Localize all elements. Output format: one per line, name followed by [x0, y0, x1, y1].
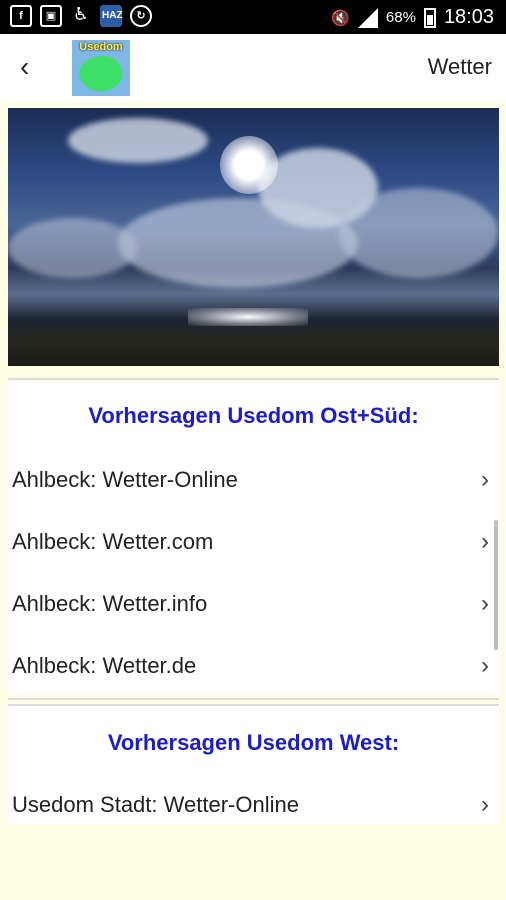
- chevron-right-icon: ›: [481, 528, 489, 555]
- list-item-label: Ahlbeck: Wetter-Online: [12, 467, 238, 492]
- mute-icon: 🔇: [331, 9, 350, 27]
- haz-app-icon: HAZ: [100, 5, 123, 27]
- section-title: Vorhersagen Usedom Ost+Süd:: [88, 403, 419, 428]
- chevron-right-icon: ›: [481, 652, 489, 679]
- clock: 18:03: [443, 6, 494, 28]
- section-title: Vorhersagen Usedom West:: [107, 730, 400, 755]
- list-item[interactable]: Ahlbeck: Wetter.de ›: [12, 635, 499, 697]
- header-photo: [8, 108, 499, 366]
- list-item-label: Ahlbeck: Wetter.de: [12, 653, 197, 678]
- facebook-icon: f: [10, 5, 32, 27]
- section-ost-sued: Vorhersagen Usedom Ost+Süd: Ahlbeck: Wet…: [8, 381, 499, 695]
- sun: [220, 136, 278, 194]
- app-logo: Usedom: [72, 40, 130, 96]
- logo-text: Usedom: [79, 41, 123, 53]
- list-item-label: Ahlbeck: Wetter.info: [12, 591, 208, 616]
- accessibility-icon: ♿: [72, 4, 90, 24]
- battery-icon: [423, 7, 436, 28]
- status-bar: f ▣ ♿ HAZ ↻ 🔇 68% 18:03: [0, 0, 506, 34]
- back-chevron-icon[interactable]: ‹: [20, 52, 29, 82]
- island-shape: [75, 49, 127, 96]
- chevron-right-icon: ›: [481, 590, 489, 617]
- list-item[interactable]: Ahlbeck: Wetter.com ›: [12, 511, 499, 573]
- chevron-right-icon: ›: [481, 466, 489, 493]
- page-title: Wetter: [427, 54, 492, 79]
- chevron-right-icon: ›: [481, 791, 489, 818]
- signal-icon: [357, 7, 378, 28]
- sync-icon: ↻: [130, 5, 152, 27]
- list-item[interactable]: Usedom Stadt: Wetter-Online ›: [12, 774, 499, 836]
- battery-percent: 68%: [385, 9, 416, 26]
- water-glare: [188, 308, 308, 326]
- list-item[interactable]: Ahlbeck: Wetter-Online ›: [12, 449, 499, 511]
- list-item-label: Usedom Stadt: Wetter-Online: [12, 792, 299, 817]
- sim-icon: ▣: [40, 5, 62, 27]
- section-west: Vorhersagen Usedom West: Usedom Stadt: W…: [8, 706, 499, 824]
- list-item[interactable]: Ahlbeck: Wetter.info ›: [12, 573, 499, 635]
- app-bar: ‹ Usedom Wetter: [0, 34, 506, 102]
- scrollbar[interactable]: [494, 520, 498, 650]
- list-item-label: Ahlbeck: Wetter.com: [12, 529, 214, 554]
